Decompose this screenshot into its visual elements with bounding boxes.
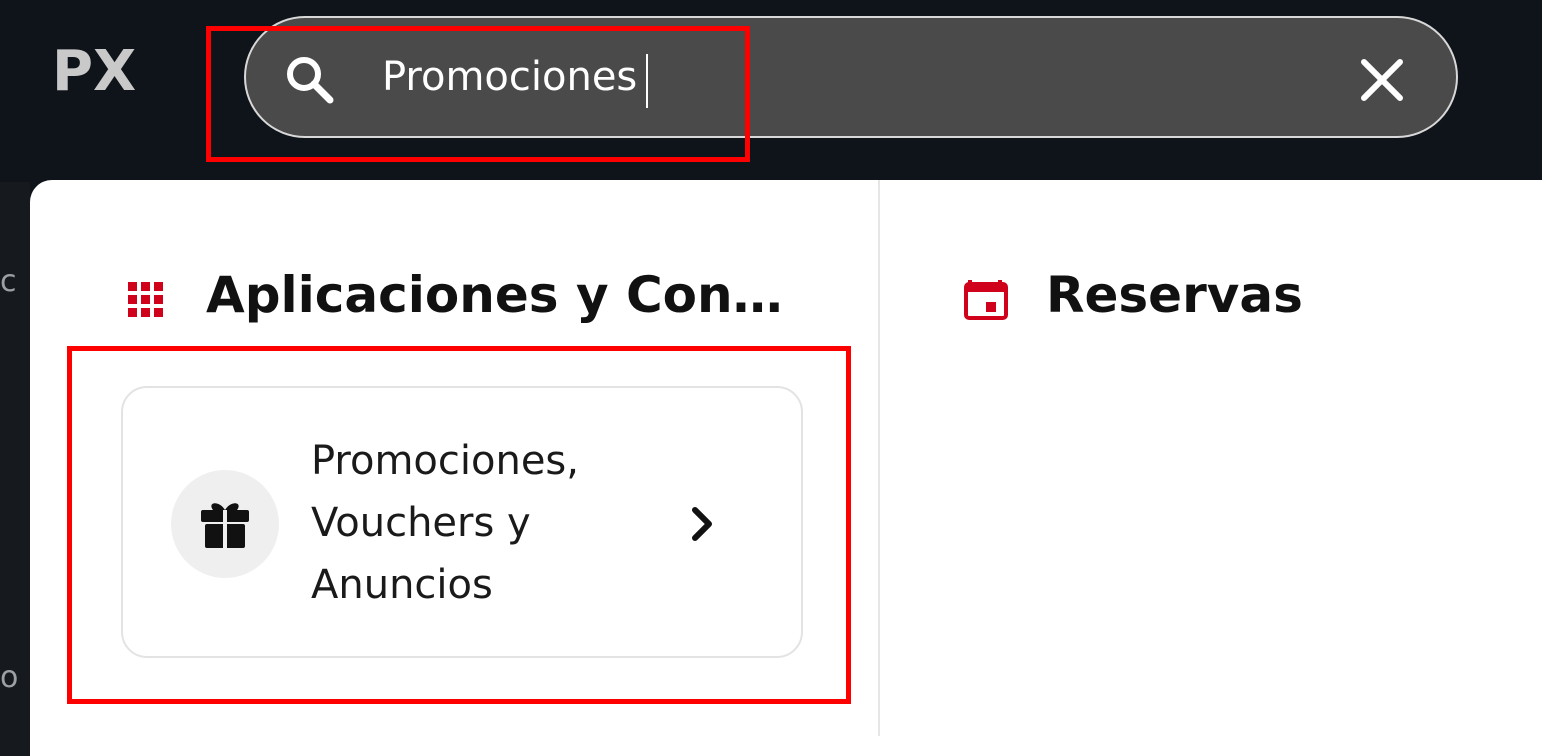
search-icon bbox=[287, 57, 334, 104]
background-text: c bbox=[0, 264, 17, 299]
result-card-label: Promociones, Vouchers y Anuncios bbox=[311, 430, 611, 616]
logo-text: PX bbox=[52, 39, 136, 104]
search-input[interactable] bbox=[382, 46, 1282, 108]
chevron-right-icon bbox=[692, 507, 712, 541]
card-label-line: Promociones, bbox=[311, 438, 579, 484]
gift-icon bbox=[201, 503, 249, 548]
calendar-icon bbox=[964, 280, 1008, 320]
text-caret bbox=[646, 54, 648, 108]
background-page-edge: c o bbox=[0, 182, 30, 756]
card-label-line: Vouchers y bbox=[311, 500, 531, 546]
background-text: o bbox=[0, 660, 19, 695]
app-logo[interactable]: PX bbox=[50, 28, 160, 128]
section-title-reservas: Reservas bbox=[1046, 266, 1303, 324]
search-bar[interactable] bbox=[244, 16, 1458, 138]
section-title-apps-settings: Aplicaciones y Confi... bbox=[206, 266, 796, 324]
top-bar: PX bbox=[0, 0, 1542, 182]
apps-grid-icon bbox=[128, 282, 163, 317]
close-icon[interactable] bbox=[1356, 54, 1408, 106]
column-divider bbox=[878, 180, 880, 736]
gift-icon-background bbox=[171, 470, 279, 578]
result-card-promociones[interactable]: Promociones, Vouchers y Anuncios bbox=[121, 386, 803, 658]
card-label-line: Anuncios bbox=[311, 562, 493, 608]
